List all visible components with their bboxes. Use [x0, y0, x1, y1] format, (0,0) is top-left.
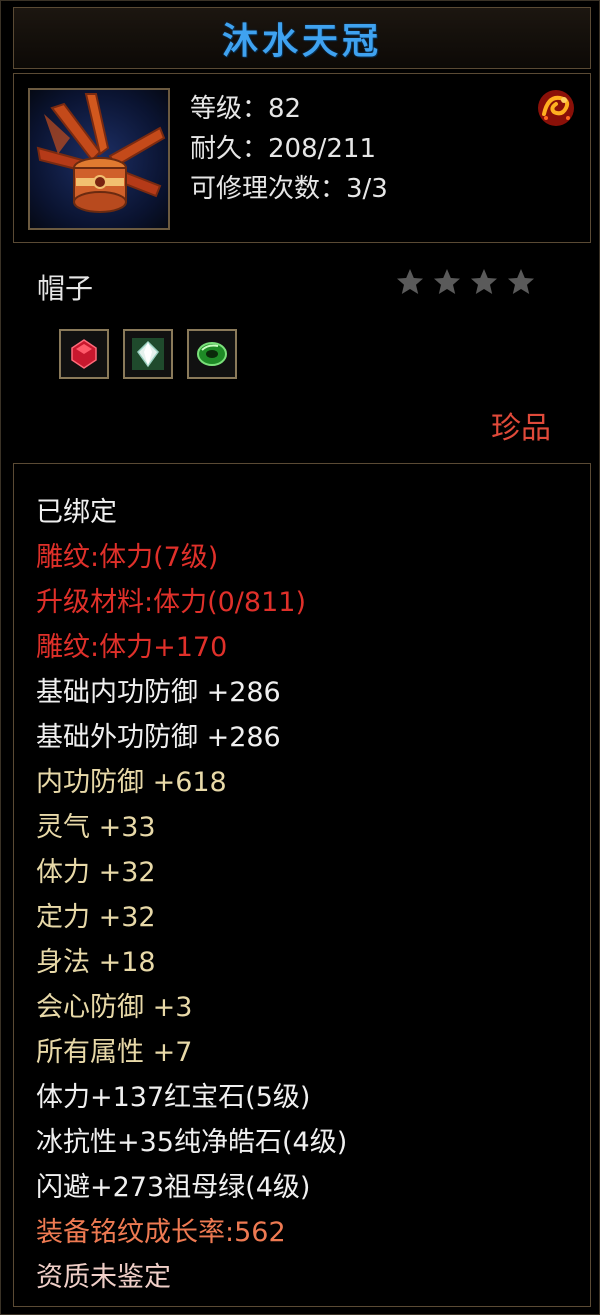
- attribute-line: 雕纹:体力(7级): [36, 542, 219, 573]
- attribute-line: 身法 +18: [36, 947, 156, 978]
- attribute-line: 体力+137红宝石(5级): [36, 1082, 311, 1113]
- attribute-line: 已绑定: [36, 497, 117, 528]
- attribute-line: 所有属性 +7: [36, 1037, 193, 1068]
- attribute-line: 体力 +32: [36, 857, 156, 888]
- attribute-line: 装备铭纹成长率:562: [36, 1217, 286, 1248]
- star-icon: [397, 269, 423, 294]
- star-icon: [434, 269, 460, 294]
- item-title: 沐水天冠: [221, 20, 382, 62]
- item-type: 帽子: [37, 272, 94, 305]
- item-header: 等级：82 耐久：208/211 可修理次数：3/3: [13, 73, 591, 243]
- item-tooltip: 沐水天冠 等级：82 耐久：208/211 可修理次数：3/3 帽子 珍品 已绑…: [0, 0, 600, 1315]
- durability-text: 耐久：208/211: [190, 134, 377, 164]
- quality-label: 珍品: [491, 411, 551, 446]
- attribute-line: 升级材料:体力(0/811): [36, 587, 306, 618]
- attribute-line: 基础内功防御 +286: [36, 677, 281, 708]
- ruby-gem-icon[interactable]: [59, 329, 109, 379]
- repair-count-text: 可修理次数：3/3: [190, 174, 388, 204]
- attribute-line: 闪避+273祖母绿(4级): [36, 1172, 311, 1203]
- star-rating: [395, 267, 536, 297]
- diamond-gem-icon[interactable]: [123, 329, 173, 379]
- star-icon: [508, 269, 534, 294]
- gem-slots: [59, 329, 237, 379]
- attribute-line: 冰抗性+35纯净皓石(4级): [36, 1127, 348, 1158]
- hat-icon: [28, 88, 170, 230]
- attribute-line: 定力 +32: [36, 902, 156, 933]
- emerald-gem-icon[interactable]: [187, 329, 237, 379]
- attribute-list: 已绑定雕纹:体力(7级) 升级材料:体力(0/811) 雕纹:体力+170 基础内功防…: [36, 490, 347, 1300]
- attribute-line: 雕纹:体力+170: [36, 632, 228, 663]
- attribute-panel: 已绑定雕纹:体力(7级) 升级材料:体力(0/811) 雕纹:体力+170 基础内功防…: [13, 463, 591, 1307]
- attribute-line: 资质未鉴定: [36, 1262, 171, 1293]
- dragon-emblem-icon: [534, 86, 578, 130]
- attribute-line: 内功防御 +618: [36, 767, 227, 798]
- attribute-line: 基础外功防御 +286: [36, 722, 281, 753]
- attribute-line: 会心防御 +3: [36, 992, 193, 1023]
- attribute-line: 灵气 +33: [36, 812, 156, 843]
- star-icon: [471, 269, 497, 294]
- title-bar: 沐水天冠: [13, 7, 591, 69]
- level-text: 等级：82: [190, 94, 302, 124]
